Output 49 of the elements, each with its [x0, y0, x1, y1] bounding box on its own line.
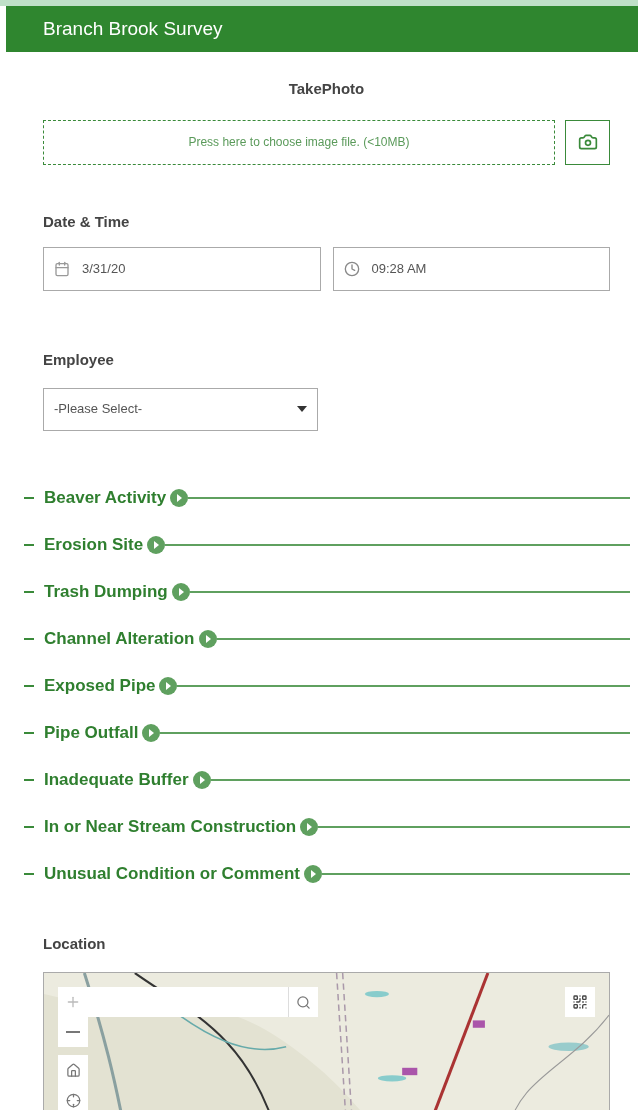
search-icon — [296, 994, 311, 1010]
minus-icon[interactable] — [24, 778, 34, 781]
group-title[interactable]: Unusual Condition or Comment — [44, 860, 300, 887]
play-icon[interactable] — [142, 723, 161, 742]
camera-icon — [577, 132, 598, 152]
minus-icon[interactable] — [24, 731, 34, 734]
play-icon[interactable] — [171, 582, 190, 601]
minus-icon[interactable] — [24, 590, 34, 593]
play-icon[interactable] — [303, 864, 322, 883]
play-icon[interactable] — [198, 629, 217, 648]
image-dropzone[interactable]: Press here to choose image file. (<10MB) — [43, 119, 555, 165]
survey-title: Branch Brook Survey — [43, 16, 223, 41]
caret-icon — [297, 406, 307, 412]
qr-code-icon — [572, 994, 588, 1010]
map-search-field[interactable] — [88, 987, 318, 1017]
camera-button[interactable] — [565, 119, 610, 165]
minus-icon[interactable] — [24, 825, 34, 828]
date-field[interactable]: 3/31/20 — [43, 247, 321, 291]
play-icon[interactable] — [300, 817, 319, 836]
play-icon[interactable] — [147, 535, 166, 554]
play-icon[interactable] — [159, 676, 178, 695]
minus-icon[interactable] — [24, 872, 34, 875]
group-title[interactable]: Exposed Pipe — [44, 672, 156, 699]
minus-icon[interactable] — [24, 543, 34, 546]
play-icon[interactable] — [170, 488, 189, 507]
group-title[interactable]: Pipe Outfall — [44, 719, 139, 746]
minus-icon[interactable] — [24, 496, 34, 499]
play-icon[interactable] — [192, 770, 211, 789]
minus-icon — [66, 1031, 80, 1033]
minus-icon[interactable] — [24, 684, 34, 687]
qr-code-button[interactable] — [565, 987, 595, 1017]
group-title[interactable]: Inadequate Buffer — [44, 766, 189, 793]
field-label: Location — [43, 933, 107, 954]
field-label: Employee — [43, 350, 115, 370]
field-label: Date & Time — [43, 211, 131, 232]
time-field[interactable]: 09:28 AM — [332, 247, 610, 291]
home-icon — [65, 1062, 81, 1078]
group-title[interactable]: Trash Dumping — [44, 578, 168, 605]
crosshair-icon — [65, 1092, 81, 1108]
plus-icon — [65, 994, 81, 1010]
minus-icon[interactable] — [24, 637, 34, 640]
group-title[interactable]: Erosion Site — [44, 531, 144, 558]
clock-icon — [343, 261, 360, 277]
employee-dropdown[interactable]: -Please Select- — [43, 387, 318, 431]
group-title[interactable]: In or Near Stream Construction — [44, 813, 297, 840]
calendar-icon — [54, 261, 70, 277]
group-title[interactable]: Beaver Activity — [44, 484, 167, 511]
group-title[interactable]: Channel Alteration — [44, 625, 195, 652]
field-label: TakePhoto — [287, 79, 366, 99]
